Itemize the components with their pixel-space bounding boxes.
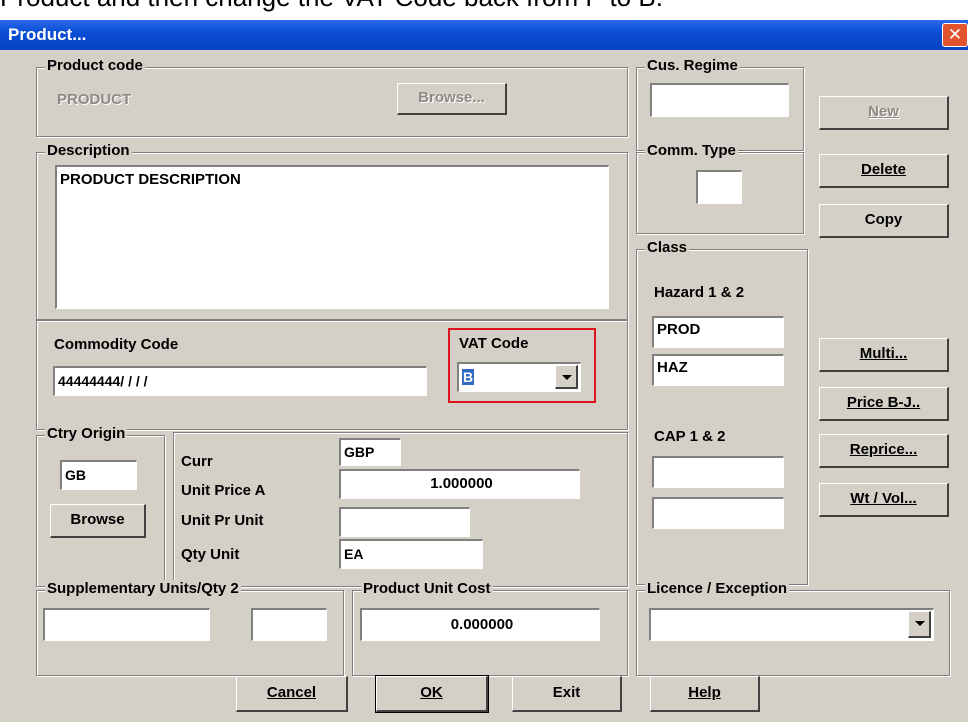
licence-select[interactable] [649, 608, 934, 641]
commodity-code-label: Commodity Code [54, 336, 179, 353]
supplementary-label: Supplementary Units/Qty 2 [45, 580, 241, 597]
vat-dropdown-button[interactable] [555, 365, 578, 389]
wt-vol-button-label: Wt / Vol... [850, 490, 917, 507]
product-code-value: PRODUCT [57, 91, 132, 108]
ctry-origin-label: Ctry Origin [45, 425, 128, 442]
close-button[interactable]: ✕ [942, 23, 968, 47]
hazard-label: Hazard 1 & 2 [654, 284, 745, 301]
exit-button[interactable]: Exit [512, 676, 622, 712]
product-code-label: Product code [45, 57, 145, 74]
price-bj-button[interactable]: Price B-J.. [819, 387, 949, 421]
class-label: Class [645, 239, 690, 256]
vat-code-label: VAT Code [459, 335, 529, 352]
cap-2-field[interactable] [652, 497, 784, 529]
delete-button[interactable]: Delete [819, 154, 949, 188]
curr-field[interactable]: GBP [339, 438, 401, 466]
help-button-label: Help [688, 684, 721, 701]
chevron-down-icon [562, 375, 572, 380]
unit-pr-unit-label: Unit Pr Unit [181, 512, 264, 529]
window-title: Product... [8, 25, 87, 44]
ctry-browse-label: Browse [70, 511, 125, 528]
unit-cost-label: Product Unit Cost [361, 580, 493, 597]
multi-button[interactable]: Multi... [819, 338, 949, 372]
reprice-button[interactable]: Reprice... [819, 434, 949, 468]
copy-button[interactable]: Copy [819, 204, 949, 238]
reprice-button-label: Reprice... [849, 441, 918, 458]
ctry-origin-text: GB [65, 467, 86, 483]
supplementary-field-2[interactable] [251, 608, 327, 641]
unit-cost-text: 0.000000 [450, 616, 514, 633]
qty-unit-label: Qty Unit [181, 546, 240, 563]
description-field[interactable]: PRODUCT DESCRIPTION [55, 165, 609, 309]
commodity-code-field[interactable]: 44444444/ / / / [53, 366, 427, 396]
close-icon: ✕ [947, 25, 963, 44]
licence-label: Licence / Exception [645, 580, 790, 597]
curr-label: Curr [181, 453, 213, 470]
unit-price-field[interactable]: 1.000000 [339, 469, 580, 499]
comm-type-label: Comm. Type [645, 142, 738, 159]
delete-button-label: Delete [860, 161, 907, 178]
licence-dropdown-button[interactable] [908, 611, 931, 638]
cancel-button[interactable]: Cancel [236, 676, 348, 712]
product-browse-button[interactable]: Browse... [397, 83, 507, 115]
curr-text: GBP [344, 444, 375, 460]
qty-unit-text: EA [344, 546, 364, 562]
hazard-2-field[interactable]: HAZ [652, 354, 784, 386]
unit-price-text: 1.000000 [430, 475, 493, 492]
unit-cost-field[interactable]: 0.000000 [360, 608, 600, 641]
qty-unit-field[interactable]: EA [339, 539, 483, 569]
new-button[interactable]: New [819, 96, 949, 130]
ctry-browse-button[interactable]: Browse [50, 504, 146, 538]
hazard-1-field[interactable]: PROD [652, 316, 784, 348]
cus-regime-label: Cus. Regime [645, 57, 740, 74]
price-bj-button-label: Price B-J.. [846, 394, 921, 411]
chevron-down-icon [915, 621, 925, 626]
cancel-button-label: Cancel [266, 684, 317, 701]
product-browse-label: Browse... [418, 89, 485, 106]
cap-1-field[interactable] [652, 456, 784, 488]
title-bar[interactable]: Product... ✕ [0, 20, 968, 50]
wt-vol-button[interactable]: Wt / Vol... [819, 483, 949, 517]
ctry-origin-field[interactable]: GB [60, 460, 137, 490]
unit-price-label: Unit Price A [181, 482, 266, 499]
comm-type-field[interactable] [696, 170, 742, 204]
hazard-1-text: PROD [657, 321, 701, 338]
commodity-code-text: 44444444/ / / / [58, 373, 148, 389]
product-dialog: Product... ✕ Product code PRODUCT Browse… [0, 20, 968, 722]
exit-button-label: Exit [552, 684, 581, 701]
supplementary-field-1[interactable] [43, 608, 210, 641]
description-label: Description [45, 142, 132, 159]
instruction-caption: Product and then change the VAT Code bac… [0, 0, 968, 22]
help-button[interactable]: Help [650, 676, 760, 712]
ok-button[interactable]: OK [375, 675, 489, 713]
hazard-2-text: HAZ [657, 359, 688, 376]
unit-pr-unit-field[interactable] [339, 507, 470, 537]
new-button-label: New [868, 103, 899, 120]
cus-regime-field[interactable] [650, 83, 789, 117]
copy-button-label: Copy [864, 211, 903, 228]
description-text: PRODUCT DESCRIPTION [60, 171, 241, 188]
vat-code-value: B [462, 369, 475, 385]
multi-button-label: Multi... [859, 345, 908, 362]
ok-button-label: OK [420, 684, 443, 701]
cap-label: CAP 1 & 2 [654, 428, 726, 445]
